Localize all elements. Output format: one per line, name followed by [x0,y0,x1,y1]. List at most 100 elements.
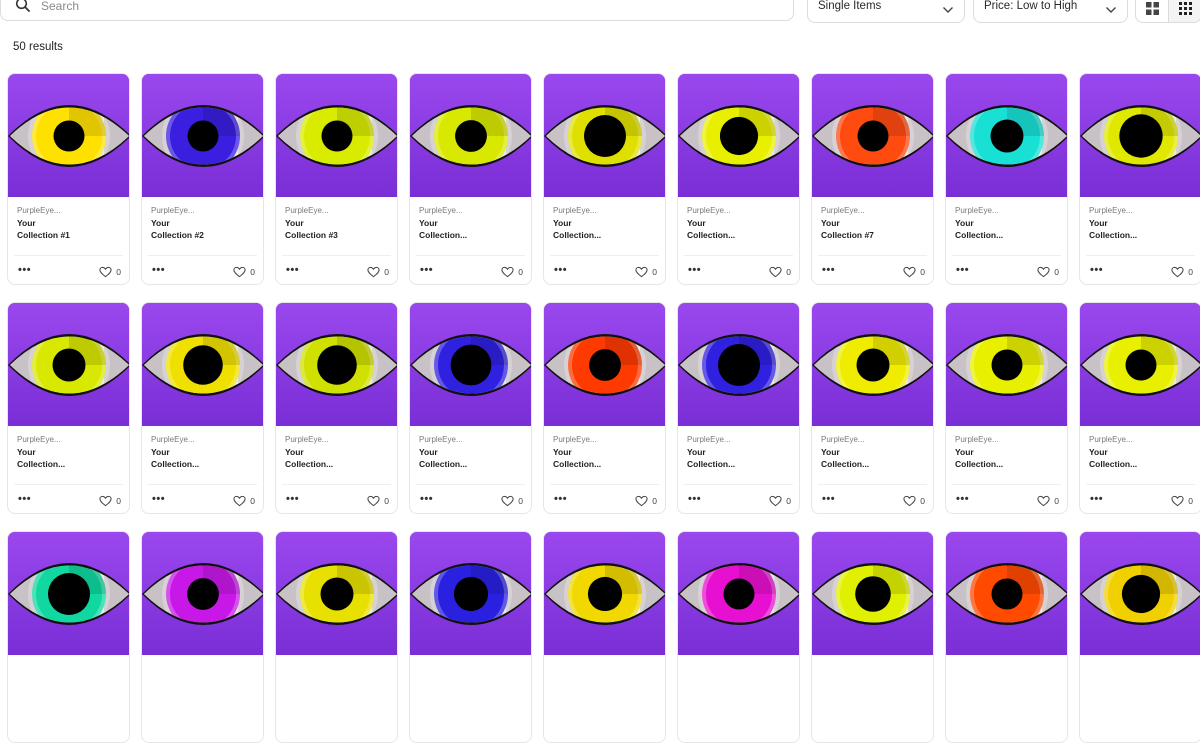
nft-card[interactable] [1079,531,1200,743]
more-options-icon[interactable]: ••• [822,494,835,505]
small-grid-view-button[interactable] [1168,0,1200,23]
item-type-dropdown[interactable]: Single Items [807,0,965,23]
nft-card[interactable]: PurpleEye... Your Collection... ••• 0 [945,302,1068,514]
nft-card[interactable]: PurpleEye... Your Collection... ••• 0 [409,302,532,514]
creator-name[interactable]: PurpleEye... [285,205,388,217]
creator-name[interactable]: PurpleEye... [687,205,790,217]
nft-card[interactable]: PurpleEye... Your Collection... ••• 0 [543,302,666,514]
creator-name[interactable]: PurpleEye... [553,434,656,446]
more-options-icon[interactable]: ••• [554,494,567,505]
nft-card[interactable]: PurpleEye... Your Collection... ••• 0 [677,302,800,514]
like-button[interactable]: 0 [769,494,791,508]
creator-name[interactable]: PurpleEye... [17,434,120,446]
more-options-icon[interactable]: ••• [420,265,433,276]
like-button[interactable]: 0 [1171,494,1193,508]
nft-card[interactable]: PurpleEye... Your Collection #1 ••• 0 [7,73,130,285]
more-options-icon[interactable]: ••• [152,265,165,276]
large-grid-view-button[interactable] [1135,0,1169,23]
creator-name[interactable]: PurpleEye... [419,434,522,446]
nft-card[interactable]: PurpleEye... Your Collection... ••• 0 [7,302,130,514]
sort-dropdown[interactable]: Price: Low to High [973,0,1128,23]
nft-card[interactable]: PurpleEye... Your Collection #7 ••• 0 [811,73,934,285]
like-button[interactable]: 0 [501,494,523,508]
like-button[interactable]: 0 [233,494,255,508]
more-options-icon[interactable]: ••• [420,494,433,505]
nft-card[interactable]: PurpleEye... Your Collection... ••• 0 [1079,302,1200,514]
creator-name[interactable]: PurpleEye... [419,205,522,217]
like-button[interactable]: 0 [501,265,523,279]
more-options-icon[interactable]: ••• [18,494,31,505]
more-options-icon[interactable]: ••• [956,494,969,505]
creator-name[interactable]: PurpleEye... [955,205,1058,217]
nft-card[interactable] [275,531,398,743]
nft-card[interactable]: PurpleEye... Your Collection... ••• 0 [811,302,934,514]
like-button[interactable]: 0 [99,494,121,508]
like-button[interactable]: 0 [1171,265,1193,279]
nft-card[interactable]: PurpleEye... Your Collection #3 ••• 0 [275,73,398,285]
card-info: PurpleEye... Your Collection... [8,426,129,484]
more-options-icon[interactable]: ••• [822,265,835,276]
creator-name[interactable]: PurpleEye... [285,434,388,446]
item-name-line2: Collection... [821,459,870,469]
more-options-icon[interactable]: ••• [554,265,567,276]
more-options-icon[interactable]: ••• [1090,265,1103,276]
creator-name[interactable]: PurpleEye... [151,434,254,446]
like-button[interactable]: 0 [1037,494,1059,508]
like-button[interactable]: 0 [99,265,121,279]
nft-card[interactable]: PurpleEye... Your Collection... ••• 0 [275,302,398,514]
creator-name[interactable]: PurpleEye... [955,434,1058,446]
like-button[interactable]: 0 [367,494,389,508]
item-name-line2: Collection... [553,230,602,240]
search-bar[interactable] [0,0,794,21]
nft-card[interactable] [945,531,1068,743]
like-count: 0 [384,267,389,277]
card-info: PurpleEye... Your Collection... [1080,197,1200,255]
creator-name[interactable]: PurpleEye... [553,205,656,217]
card-footer: ••• 0 [1086,484,1195,513]
more-options-icon[interactable]: ••• [1090,494,1103,505]
nft-card[interactable] [677,531,800,743]
like-button[interactable]: 0 [903,494,925,508]
nft-card[interactable]: PurpleEye... Your Collection... ••• 0 [141,302,264,514]
more-options-icon[interactable]: ••• [688,265,701,276]
nft-card[interactable]: PurpleEye... Your Collection... ••• 0 [543,73,666,285]
eye-artwork-image [8,532,129,655]
nft-card[interactable]: PurpleEye... Your Collection... ••• 0 [677,73,800,285]
more-options-icon[interactable]: ••• [152,494,165,505]
card-info: PurpleEye... Your Collection... [276,426,397,484]
creator-name[interactable]: PurpleEye... [1089,434,1192,446]
like-button[interactable]: 0 [635,494,657,508]
creator-name[interactable]: PurpleEye... [687,434,790,446]
creator-name[interactable]: PurpleEye... [1089,205,1192,217]
like-button[interactable]: 0 [367,265,389,279]
nft-card[interactable] [409,531,532,743]
like-button[interactable]: 0 [635,265,657,279]
nft-card[interactable]: PurpleEye... Your Collection... ••• 0 [1079,73,1200,285]
more-options-icon[interactable]: ••• [286,265,299,276]
creator-name[interactable]: PurpleEye... [17,205,120,217]
creator-name[interactable]: PurpleEye... [151,205,254,217]
creator-name[interactable]: PurpleEye... [821,205,924,217]
nft-card[interactable]: PurpleEye... Your Collection... ••• 0 [409,73,532,285]
card-info: PurpleEye... Your Collection... [946,426,1067,484]
more-options-icon[interactable]: ••• [956,265,969,276]
item-name-line1: Your [151,447,170,457]
like-button[interactable]: 0 [1037,265,1059,279]
nft-card[interactable]: PurpleEye... Your Collection #2 ••• 0 [141,73,264,285]
nft-card[interactable] [543,531,666,743]
nft-card[interactable]: PurpleEye... Your Collection... ••• 0 [945,73,1068,285]
nft-card[interactable] [7,531,130,743]
search-input[interactable] [39,0,643,16]
nft-card[interactable] [811,531,934,743]
more-options-icon[interactable]: ••• [18,265,31,276]
more-options-icon[interactable]: ••• [688,494,701,505]
more-options-icon[interactable]: ••• [286,494,299,505]
item-name-line2: Collection #1 [17,230,70,240]
card-footer: ••• 0 [416,484,525,513]
eye-artwork-image [1080,303,1200,426]
creator-name[interactable]: PurpleEye... [821,434,924,446]
like-button[interactable]: 0 [903,265,925,279]
like-button[interactable]: 0 [769,265,791,279]
nft-card[interactable] [141,531,264,743]
like-button[interactable]: 0 [233,265,255,279]
